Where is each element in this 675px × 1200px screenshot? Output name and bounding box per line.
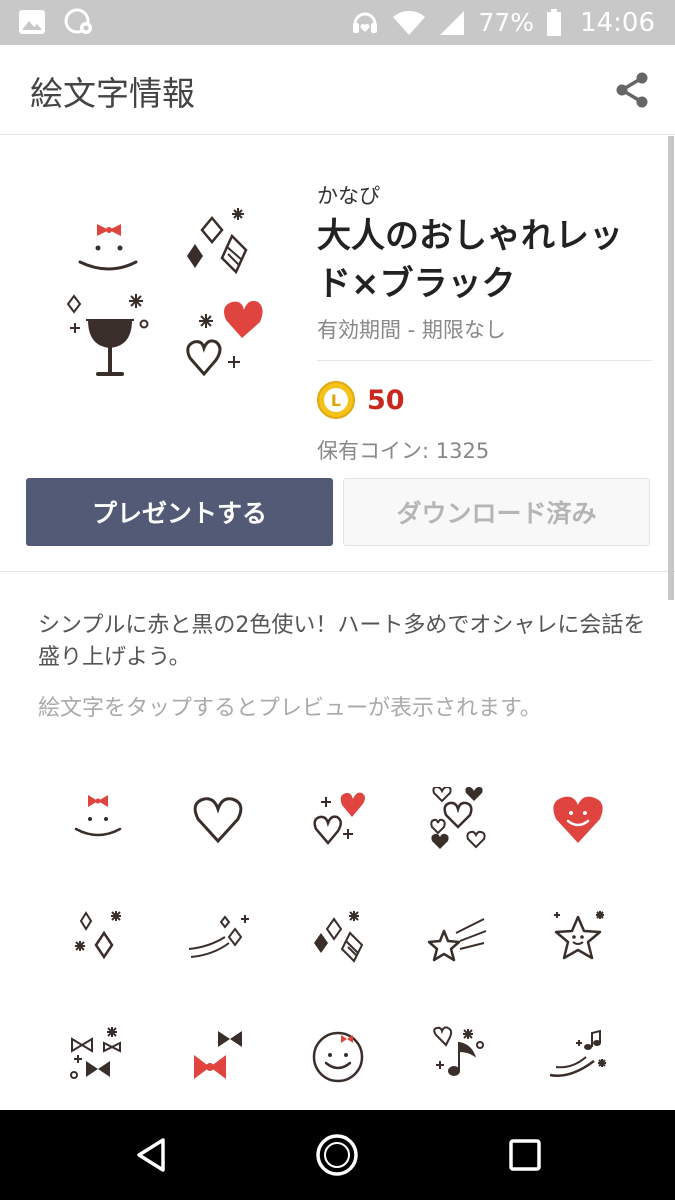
- emoji-grid: [38, 760, 638, 1110]
- back-button[interactable]: [128, 1132, 174, 1178]
- back-icon: [137, 1138, 165, 1172]
- present-button[interactable]: プレゼントする: [26, 478, 333, 546]
- music-note-emoji[interactable]: [398, 996, 518, 1114]
- signal-icon: [440, 10, 465, 35]
- home-button[interactable]: [314, 1132, 360, 1178]
- image-icon: [19, 10, 45, 34]
- status-left-icons: [18, 8, 94, 36]
- sparkle-diamonds-emoji[interactable]: [38, 878, 158, 996]
- pack-description: シンプルに赤と黒の2色使い！ハート多めでオシャレに会話を盛り上げよう。: [38, 613, 646, 670]
- price-row: L 50: [317, 381, 652, 419]
- product-header: かなぴ 大人のおしゃれレッド×ブラック 有効期間 - 期限なし L 50 保有コ…: [0, 136, 675, 572]
- headset-heart-icon: [353, 12, 378, 33]
- red-heart-face-emoji[interactable]: [518, 760, 638, 878]
- red-black-ribbons-emoji[interactable]: [158, 996, 278, 1114]
- owned-coins: 保有コイン: 1325: [317, 439, 490, 463]
- pack-title: 大人のおしゃれレッド×ブラック: [317, 216, 623, 304]
- shooting-sparkles-emoji[interactable]: [158, 878, 278, 996]
- preview-hint: 絵文字をタップするとプレビューが表示されます。: [38, 696, 542, 721]
- hearts-sparkle-emoji[interactable]: [278, 760, 398, 878]
- share-icon: [616, 72, 648, 108]
- recents-button[interactable]: [502, 1132, 548, 1178]
- ribbons-sparkle-emoji[interactable]: [38, 996, 158, 1114]
- status-right: 77% 14:06: [350, 0, 655, 45]
- status-bar: 77% 14:06: [0, 0, 675, 45]
- page-title: 絵文字情報: [30, 74, 195, 113]
- coin-label: L: [324, 388, 348, 412]
- clock: 14:06: [580, 7, 655, 38]
- home-icon: [316, 1134, 358, 1176]
- hearts-cluster-emoji[interactable]: [398, 760, 518, 878]
- star-face-emoji[interactable]: [518, 878, 638, 996]
- validity-text: 有効期間 - 期限なし: [317, 314, 652, 361]
- shooting-star-emoji[interactable]: [398, 878, 518, 996]
- author-name[interactable]: かなぴ: [317, 180, 652, 210]
- cloud-settings-icon: [64, 8, 92, 34]
- share-button[interactable]: [611, 69, 653, 111]
- diamonds-sparkle-emoji[interactable]: [278, 878, 398, 996]
- price: 50: [367, 384, 405, 416]
- wifi-icon: [393, 10, 426, 35]
- heart-outline-emoji[interactable]: [158, 760, 278, 878]
- battery-icon: [547, 8, 562, 36]
- recents-icon: [509, 1139, 541, 1171]
- app-bar: 絵文字情報: [0, 45, 675, 135]
- smiley-face-emoji[interactable]: [278, 996, 398, 1114]
- smile-ribbon-emoji[interactable]: [38, 760, 158, 878]
- emoji-pack-thumbnail: [66, 208, 263, 377]
- line-coin-icon: L: [317, 381, 355, 419]
- music-swoosh-emoji[interactable]: [518, 996, 638, 1114]
- battery-percent: 77%: [478, 8, 535, 37]
- downloaded-button[interactable]: ダウンロード済み: [343, 478, 650, 546]
- scrollbar[interactable]: [668, 136, 674, 600]
- navigation-bar: [0, 1110, 675, 1200]
- pack-info: かなぴ 大人のおしゃれレッド×ブラック 有効期間 - 期限なし L 50 保有コ…: [317, 180, 652, 465]
